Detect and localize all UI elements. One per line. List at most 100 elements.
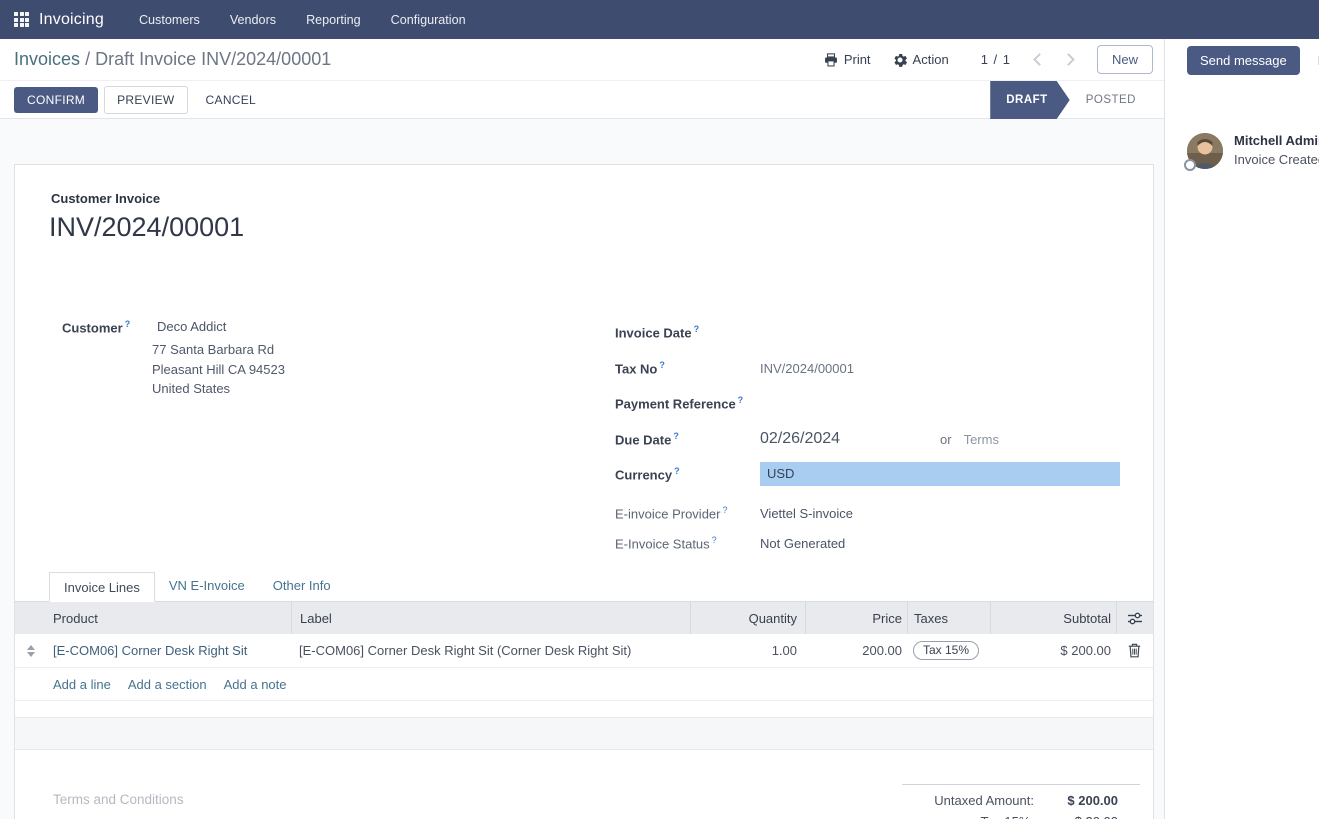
currency-input[interactable]: USD [760,462,1120,486]
add-a-line-link[interactable]: Add a line [53,677,111,692]
invoice-date-help-icon[interactable]: ? [694,324,700,334]
cancel-button[interactable]: CANCEL [206,93,256,107]
menu-customers[interactable]: Customers [126,5,213,35]
header-quantity[interactable]: Quantity [690,602,805,634]
status-draft[interactable]: DRAFT [990,81,1069,119]
breadcrumb-invoices-link[interactable]: Invoices [14,49,80,69]
header-product[interactable]: Product [47,602,291,634]
due-date-input[interactable]: 02/26/2024 [760,430,940,448]
untaxed-amount-row: Untaxed Amount: $ 200.00 [902,793,1140,814]
header-subtotal[interactable]: Subtotal [990,602,1116,634]
tax-row: Tax 15%: $ 30.00 [902,814,1140,819]
einvoice-status-label: E-Invoice Status? [615,535,760,551]
tax-no-label: Tax No? [615,360,760,376]
currency-help-icon[interactable]: ? [674,466,680,476]
line-quantity[interactable]: 1.00 [690,643,805,658]
einvoice-provider-label: E-invoice Provider? [615,505,760,521]
due-date-field: Due Date? 02/26/2024 or Terms [615,427,1135,451]
form-statusbar: CONFIRM PREVIEW CANCEL DRAFT POSTED [0,81,1164,119]
invoice-date-label: Invoice Date? [615,324,760,340]
customer-field: Customer? Deco Addict 77 Santa Barbara R… [62,319,492,399]
navbar-menu: Customers Vendors Reporting Configuratio… [126,5,479,35]
menu-vendors[interactable]: Vendors [217,5,289,35]
tax-no-help-icon[interactable]: ? [659,360,665,370]
address-line: United States [152,379,285,399]
breadcrumb-current: Draft Invoice INV/2024/00001 [95,49,331,69]
customer-help-icon[interactable]: ? [125,319,131,329]
confirm-button[interactable]: CONFIRM [14,87,98,113]
notebook: Invoice Lines VN E-Invoice Other Info Pr… [15,572,1153,750]
tab-vn-einvoice[interactable]: VN E-Invoice [155,571,259,601]
add-a-section-link[interactable]: Add a section [128,677,207,692]
tax-no-value[interactable]: INV/2024/00001 [760,361,854,376]
lines-table-header: Product Label Quantity Price Taxes Subto… [15,602,1153,634]
message-author[interactable]: Mitchell Admin [1234,133,1319,148]
currency-label: Currency? [615,466,760,482]
untaxed-amount-value: $ 200.00 [1052,793,1140,808]
action-label: Action [913,52,949,67]
printer-icon [824,53,838,67]
line-label[interactable]: [E-COM06] Corner Desk Right Sit (Corner … [291,643,690,658]
action-button[interactable]: Action [887,48,955,71]
line-tax-badge[interactable]: Tax 15% [913,641,979,660]
print-button[interactable]: Print [818,48,877,71]
einvoice-status-field: E-Invoice Status? Not Generated [615,531,1135,555]
tax-value: $ 30.00 [1052,814,1140,819]
payment-terms-link[interactable]: Terms [964,432,999,447]
gear-icon [893,53,907,67]
chatter-sidebar: Send message Log note Mitchell Admin [1164,39,1319,819]
tab-invoice-lines[interactable]: Invoice Lines [49,572,155,602]
or-text: or [940,432,952,447]
einvoice-provider-field: E-invoice Provider? Viettel S-invoice [615,501,1135,525]
tab-other-info[interactable]: Other Info [259,571,345,601]
apps-grid-icon[interactable] [14,12,29,27]
control-panel: Invoices / Draft Invoice INV/2024/00001 … [0,39,1164,81]
payment-reference-help-icon[interactable]: ? [738,395,744,405]
einvoice-provider-value[interactable]: Viettel S-invoice [760,506,853,521]
invoice-date-field: Invoice Date? [615,320,1135,344]
send-message-button[interactable]: Send message [1187,46,1300,75]
einvoice-provider-help-icon[interactable]: ? [723,505,728,515]
header-price[interactable]: Price [805,602,907,634]
pager-prev-icon[interactable] [1033,53,1046,66]
address-line: 77 Santa Barbara Rd [152,340,285,360]
control-panel-actions: Print Action 1 / 1 New [818,45,1153,74]
menu-reporting[interactable]: Reporting [293,5,374,35]
header-taxes[interactable]: Taxes [907,602,990,634]
optional-columns-icon[interactable] [1127,612,1143,625]
due-date-help-icon[interactable]: ? [673,431,679,441]
sheet-bottom: Terms and Conditions Untaxed Amount: $ 2… [15,751,1153,819]
line-product[interactable]: [E-COM06] Corner Desk Right Sit [47,643,291,658]
tax-no-field: Tax No? INV/2024/00001 [615,356,1135,380]
invoice-sheet: Customer Invoice INV/2024/00001 Customer… [14,164,1154,819]
fields-left-column: Customer? Deco Addict 77 Santa Barbara R… [62,319,492,399]
einvoice-status-help-icon[interactable]: ? [712,535,717,545]
add-a-note-link[interactable]: Add a note [224,677,287,692]
einvoice-status-value: Not Generated [760,536,845,551]
line-price[interactable]: 200.00 [805,643,907,658]
section-divider-band [15,717,1153,750]
preview-button[interactable]: PREVIEW [104,86,187,114]
pager-next-icon[interactable] [1062,53,1075,66]
menu-configuration[interactable]: Configuration [378,5,479,35]
line-subtotal: $ 200.00 [990,643,1116,658]
status-posted[interactable]: POSTED [1070,94,1154,106]
new-button[interactable]: New [1097,45,1153,74]
user-status-dot [1184,159,1196,171]
app-name[interactable]: Invoicing [39,11,104,29]
header-label[interactable]: Label [291,602,690,634]
row-drag-handle-icon[interactable] [27,645,35,657]
address-line: Pleasant Hill CA 94523 [152,360,285,380]
print-label: Print [844,52,871,67]
notebook-tabs: Invoice Lines VN E-Invoice Other Info [15,572,1153,602]
invoice-number-title: INV/2024/00001 [49,212,244,243]
invoice-line-row[interactable]: [E-COM06] Corner Desk Right Sit [E-COM06… [15,634,1153,668]
delete-line-icon[interactable] [1128,643,1141,658]
untaxed-amount-label: Untaxed Amount: [902,793,1052,808]
customer-value[interactable]: Deco Addict [152,319,285,334]
document-type-label: Customer Invoice [51,191,160,206]
payment-reference-field: Payment Reference? [615,391,1135,415]
list-empty-space [15,701,1153,717]
terms-and-conditions-placeholder[interactable]: Terms and Conditions [53,792,184,807]
payment-reference-label: Payment Reference? [615,395,760,411]
